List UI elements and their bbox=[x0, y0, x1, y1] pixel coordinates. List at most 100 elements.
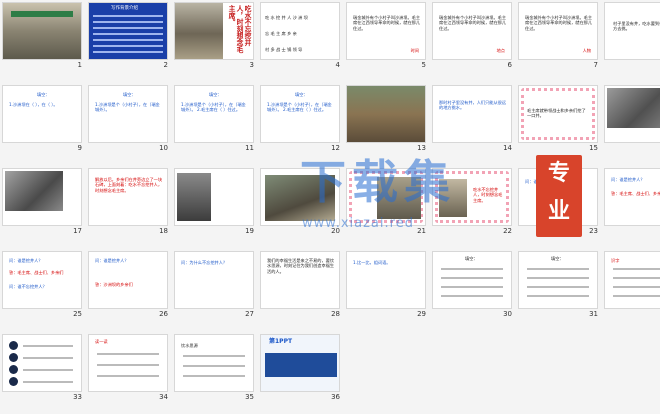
bullet-icon bbox=[9, 341, 18, 350]
slide-number: 11 bbox=[245, 144, 254, 152]
text-line bbox=[441, 286, 503, 288]
slide-thumbnail[interactable]: 写作背景介绍 2 bbox=[88, 2, 170, 71]
slide-text: 写作背景介绍 bbox=[111, 6, 138, 11]
slide-preview: 读一读 bbox=[88, 334, 168, 392]
slide-thumbnail[interactable]: 我们的幸福生活是来之不易的，要饮水思源，时刻记住为我们创造幸福生活的人。 28 bbox=[260, 251, 342, 320]
slide-thumbnail[interactable]: 填空： 31 bbox=[518, 251, 600, 320]
slide-text: 第1PPT bbox=[269, 338, 293, 345]
slide-text: 填空： bbox=[123, 92, 136, 97]
slide-number: 29 bbox=[417, 310, 426, 318]
slide-thumbnail[interactable]: 33 bbox=[2, 334, 84, 403]
text-line bbox=[613, 295, 660, 297]
slide-thumbnail[interactable]: 16 bbox=[604, 85, 660, 154]
slide-thumbnail[interactable]: 吃水不忘挖井人，时刻想念毛主席。 3 bbox=[174, 2, 256, 71]
slide-text: 1.沙洲坝在（ ），在（ ）。 bbox=[9, 102, 58, 107]
slide-thumbnail[interactable]: 1 bbox=[2, 2, 84, 71]
slide-thumbnail[interactable]: 解放以后，乡亲们在井旁边立了一块石碑，上面刻着：吃水不忘挖井人，时刻想念毛主席。… bbox=[88, 168, 170, 237]
slide-thumbnail[interactable]: 问：谁是挖井人？ 答：毛主席、战士们、乡亲们 问：谁不忘挖井人？ 25 bbox=[2, 251, 84, 320]
slide-number: 4 bbox=[335, 61, 340, 69]
slide-text: 答：毛主席、战士们、乡亲们 bbox=[611, 191, 660, 196]
text-line bbox=[441, 268, 503, 270]
text-line bbox=[613, 286, 660, 288]
slide-thumbnail[interactable]: 13 bbox=[346, 85, 428, 154]
slide-preview: 瑞金城外有个小村子叫沙洲坝。毛主席在江西领导革命的时候，就在那儿住过。 人物 bbox=[518, 2, 598, 60]
text-line bbox=[527, 268, 589, 270]
slide-number: 30 bbox=[503, 310, 512, 318]
slide-preview bbox=[604, 85, 660, 143]
slide-thumbnail[interactable]: 问：谁是挖井人？ 答：沙洲坝的乡亲们 26 bbox=[88, 251, 170, 320]
slide-preview bbox=[2, 334, 82, 392]
slide-thumbnail[interactable]: 19 bbox=[174, 168, 256, 237]
slide-preview: 1.比一比，组词语。 bbox=[346, 251, 426, 309]
slide-number: 5 bbox=[421, 61, 426, 69]
slide-photo bbox=[177, 173, 211, 221]
text-line bbox=[527, 277, 589, 279]
text-line bbox=[23, 381, 73, 383]
slide-thumbnail[interactable]: 填空： 30 bbox=[432, 251, 514, 320]
slide-preview: 问：谁是挖井人？ 答：毛主席、战士们、乡亲们 bbox=[604, 168, 660, 226]
text-line bbox=[93, 33, 163, 35]
slide-thumbnail[interactable]: 瑞金城外有个小村子叫沙洲坝。毛主席在江西领导革命的时候，就在那儿住过。 地点 6 bbox=[432, 2, 514, 71]
slide-preview: 我们的幸福生活是来之不易的，要饮水思源，时刻记住为我们创造幸福生活的人。 bbox=[260, 251, 340, 309]
slide-preview: 饮水思源 bbox=[174, 334, 254, 392]
text-line bbox=[613, 268, 660, 270]
watermark-text: 下载集 bbox=[300, 155, 456, 209]
slide-number: 26 bbox=[159, 310, 168, 318]
slide-thumbnail[interactable]: 填空： 1.沙洲坝是个（小村子），在（瑞金城外）。 2.毛主席在（ ）住过。 12 bbox=[260, 85, 342, 154]
slide-number: 1 bbox=[77, 61, 82, 69]
text-line bbox=[93, 15, 163, 17]
slide-number: 18 bbox=[159, 227, 168, 235]
text-line bbox=[183, 375, 245, 377]
slide-text: 问：谁是挖井人？ bbox=[95, 258, 129, 263]
text-line bbox=[441, 277, 503, 279]
slide-thumbnail[interactable]: 瑞金城外有个小村子叫沙洲坝。毛主席在江西领导革命的时候，就在那儿住过。 人物 7 bbox=[518, 2, 600, 71]
text-line bbox=[613, 277, 660, 279]
slide-preview: 问：谁是挖井人？ 答：毛主席、战士们、乡亲们 问：谁不忘挖井人？ bbox=[2, 251, 82, 309]
slide-preview: 识字 bbox=[604, 251, 660, 309]
watermark-url: www.xiazai.red bbox=[302, 216, 414, 231]
slide-thumbnail[interactable]: 问：谁是挖井人？答：毛主席、战士们、乡亲们24 bbox=[604, 168, 660, 237]
slide-text: 答：毛主席、战士们、乡亲们 bbox=[9, 270, 64, 275]
text-line bbox=[93, 21, 163, 23]
slide-text: 1.沙洲坝是个（小村子），在（瑞金城外）。 2.毛主席在（ ）住过。 bbox=[181, 102, 246, 113]
slide-number: 23 bbox=[589, 227, 598, 235]
slide-preview: 填空： 1.沙洲坝是个（小村子），在（瑞金城外）。 2.毛主席在（ ）住过。 bbox=[174, 85, 254, 143]
slide-text: 1.沙洲坝是个（小村子），在（瑞金城外）。 bbox=[95, 102, 160, 113]
slide-thumbnail[interactable]: 读一读 34 bbox=[88, 334, 170, 403]
bullet-icon bbox=[9, 353, 18, 362]
bullet-icon bbox=[9, 365, 18, 374]
slide-preview bbox=[346, 85, 426, 143]
slide-preview: 填空： 1.沙洲坝是个（小村子），在（瑞金城外）。 bbox=[88, 85, 168, 143]
slide-thumbnail[interactable]: 瑞金城外有个小村子叫沙洲坝。毛主席在江西领导革命的时候，就在那儿住过。 时间 5 bbox=[346, 2, 428, 71]
slide-thumbnail[interactable]: 1.比一比，组词语。 29 bbox=[346, 251, 428, 320]
slide-thumbnail[interactable]: 第1PPT 36 bbox=[260, 334, 342, 403]
slide-thumbnail[interactable]: 村子里没有井，吃水要到很远的地方去挑。8 bbox=[604, 2, 660, 71]
slide-thumbnail[interactable]: 填空： 1.沙洲坝是个（小村子），在（瑞金城外）。 2.毛主席在（ ）住过。 11 bbox=[174, 85, 256, 154]
slide-number: 33 bbox=[73, 393, 82, 401]
badge-top-char: 专 bbox=[547, 161, 570, 186]
slide-thumbnail[interactable]: 填空： 1.沙洲坝在（ ），在（ ）。 9 bbox=[2, 85, 84, 154]
slide-preview: 填空： 1.沙洲坝在（ ），在（ ）。 bbox=[2, 85, 82, 143]
slide-thumbnail[interactable]: 填空： 1.沙洲坝是个（小村子），在（瑞金城外）。 10 bbox=[88, 85, 170, 154]
slide-text: 问：谁是挖井人？ bbox=[9, 258, 43, 263]
slide-number: 14 bbox=[503, 144, 512, 152]
slide-text: 人物 bbox=[582, 47, 591, 53]
slide-thumbnail[interactable]: 毛主席就带领战士和乡亲们挖了一口井。 15 bbox=[518, 85, 600, 154]
slide-text: 1.比一比，组词语。 bbox=[353, 260, 391, 265]
slide-thumbnail[interactable]: 饮水思源 35 bbox=[174, 334, 256, 403]
slide-thumbnail[interactable]: 吃 水 挖 井 人 沙 洲 坝忘 毛 主 席 乡 亲村 多 战 士 锅 领 导4 bbox=[260, 2, 342, 71]
slide-text: 村 多 战 士 锅 领 导 bbox=[265, 47, 303, 52]
slide-thumbnail[interactable]: 那时村子里没有井，人们只能从很远的地方挑水。 14 bbox=[432, 85, 514, 154]
slide-text: 忘 毛 主 席 乡 亲 bbox=[265, 31, 297, 36]
slide-number: 10 bbox=[159, 144, 168, 152]
slide-text: 我们的幸福生活是来之不易的，要饮水思源，时刻记住为我们创造幸福生活的人。 bbox=[267, 258, 335, 274]
slide-preview bbox=[2, 2, 82, 60]
slide-preview: 问：谁是挖井人？ 答：沙洲坝的乡亲们 bbox=[88, 251, 168, 309]
slide-number: 31 bbox=[589, 310, 598, 318]
text-line bbox=[527, 286, 589, 288]
slide-thumbnail[interactable]: 17 bbox=[2, 168, 84, 237]
slide-text: 地点 bbox=[496, 47, 505, 53]
slide-preview: 瑞金城外有个小村子叫沙洲坝。毛主席在江西领导革命的时候，就在那儿住过。 时间 bbox=[346, 2, 426, 60]
slide-thumbnail[interactable]: 问：为什么不忘挖井人？ 27 bbox=[174, 251, 256, 320]
slide-thumbnail[interactable]: 识字32 bbox=[604, 251, 660, 320]
